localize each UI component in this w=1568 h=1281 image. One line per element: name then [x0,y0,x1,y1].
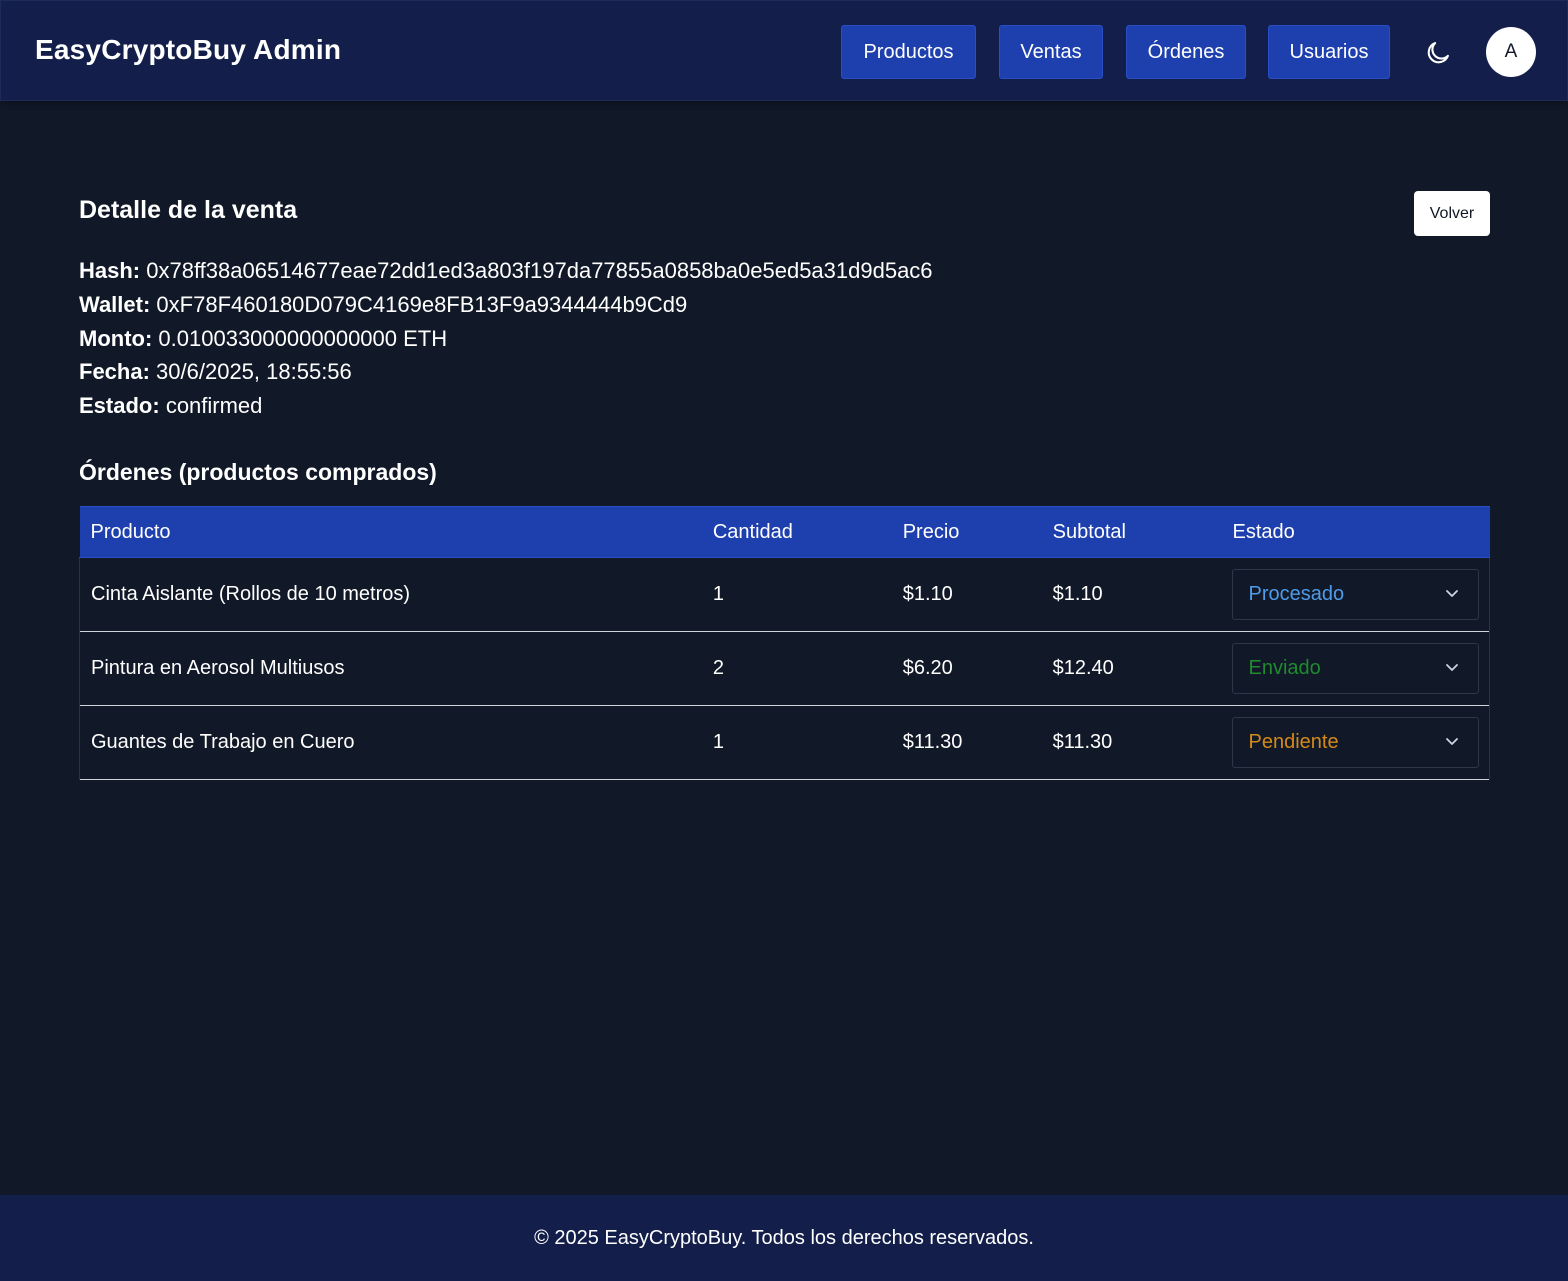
date-label: Fecha: [79,359,150,385]
product-cell: Cinta Aislante (Rollos de 10 metros) [78,557,702,632]
status-select-value: Enviado [1248,657,1321,679]
table-row: Pintura en Aerosol Multiusos 2 $6.20 $12… [78,631,1491,706]
status-cell: Procesado [1221,557,1491,632]
column-header-producto: Producto [79,506,702,558]
hash-row: Hash: 0x78ff38a06514677eae72dd1ed3a803f1… [79,254,933,288]
status-select-value: Procesado [1248,583,1345,605]
avatar[interactable]: A [1486,27,1536,77]
quantity-cell: 1 [712,583,724,605]
theme-toggle-button[interactable] [1419,34,1457,72]
nav-ordenes-button[interactable]: Órdenes [1126,25,1246,79]
status-select[interactable]: Pendiente [1232,717,1480,768]
chevron-down-icon [1446,664,1459,671]
column-header-subtotal: Subtotal [1041,506,1222,558]
date-value: 30/6/2025, 18:55:56 [156,359,352,385]
table-header-row: Producto Cantidad Precio Subtotal Estado [79,506,1490,558]
hash-value: 0x78ff38a06514677eae72dd1ed3a803f197da77… [146,258,933,283]
wallet-row: Wallet: 0xF78F460180D079C4169e8FB13F9a93… [79,288,933,322]
status-select-value: Pendiente [1248,731,1339,753]
price-cell: $1.10 [902,583,953,605]
orders-title: Órdenes (productos comprados) [79,459,437,485]
status-cell: Pendiente [1221,705,1491,780]
amount-row: Monto: 0.010033000000000000 ETH [79,322,933,356]
status-value: confirmed [165,393,263,419]
price-cell: $6.20 [902,657,953,679]
page-title: Detalle de la venta [79,196,298,224]
subtotal-cell: $11.30 [1052,731,1113,753]
status-select[interactable]: Enviado [1232,643,1480,694]
nav-ventas-button[interactable]: Ventas [999,25,1103,79]
amount-label: Monto: [79,325,153,351]
page: EasyCryptoBuy Admin Productos Ventas Órd… [0,0,1568,1281]
wallet-label: Wallet: [79,291,151,317]
column-header-estado: Estado [1221,506,1490,558]
chevron-down-icon [1446,738,1459,745]
top-navbar: EasyCryptoBuy Admin Productos Ventas Órd… [0,0,1568,101]
status-row: Estado: confirmed [79,389,933,423]
price-cell: $11.30 [902,731,963,753]
column-header-precio: Precio [891,506,1042,558]
brand-title: EasyCryptoBuy Admin [35,34,342,65]
wallet-value: 0xF78F460180D079C4169e8FB13F9a9344444b9C… [156,291,688,317]
chevron-down-icon [1446,590,1459,597]
quantity-cell: 2 [712,657,724,679]
footer: © 2025 EasyCryptoBuy. Todos los derechos… [0,1195,1568,1281]
amount-value: 0.010033000000000000 ETH [158,325,448,351]
moon-icon [1427,42,1449,64]
subtotal-cell: $12.40 [1052,657,1114,679]
quantity-cell: 1 [712,731,724,753]
subtotal-cell: $1.10 [1052,583,1103,605]
date-row: Fecha: 30/6/2025, 18:55:56 [79,355,933,389]
sale-details: Hash: 0x78ff38a06514677eae72dd1ed3a803f1… [79,254,933,423]
table-row: Cinta Aislante (Rollos de 10 metros) 1 $… [78,557,1491,632]
status-select[interactable]: Procesado [1232,569,1480,620]
column-header-cantidad: Cantidad [701,506,892,558]
nav-usuarios-button[interactable]: Usuarios [1268,25,1390,79]
product-cell: Pintura en Aerosol Multiusos [78,631,702,706]
nav-productos-button[interactable]: Productos [841,25,976,79]
back-button[interactable]: Volver [1414,191,1490,236]
product-cell: Guantes de Trabajo en Cuero [78,705,702,780]
copyright-text: © 2025 EasyCryptoBuy. Todos los derechos… [534,1226,1034,1249]
table-row: Guantes de Trabajo en Cuero 1 $11.30 $11… [78,705,1491,780]
hash-label: Hash: [79,258,141,283]
status-cell: Enviado [1221,631,1491,706]
status-label: Estado: [79,393,160,419]
orders-table: Producto Cantidad Precio Subtotal Estado… [78,506,1491,780]
